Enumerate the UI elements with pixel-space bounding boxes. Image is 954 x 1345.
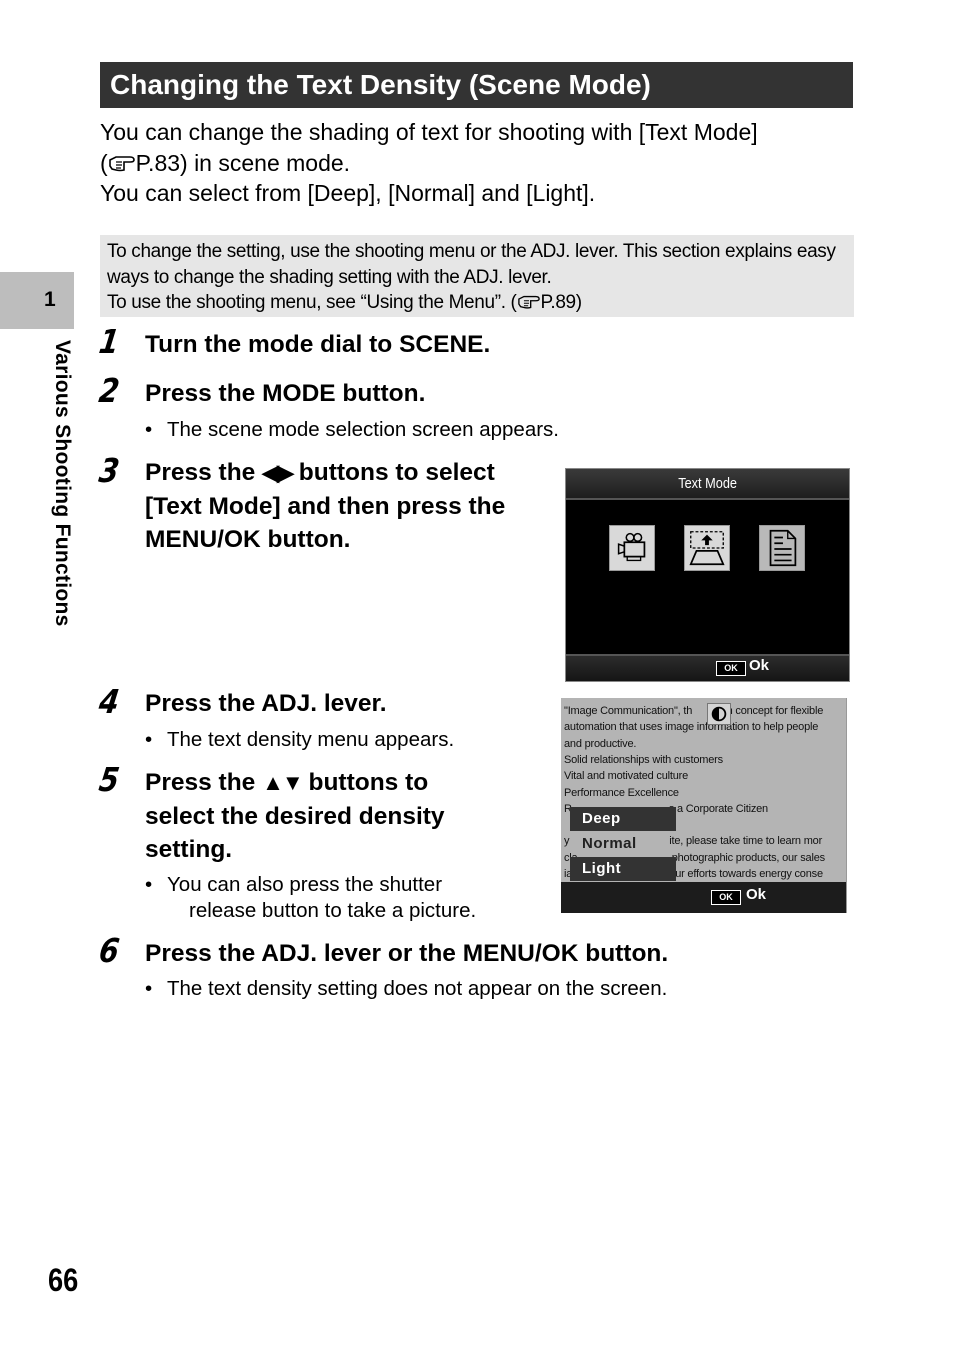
text-document-icon[interactable] [759, 525, 805, 571]
movie-camera-icon[interactable] [609, 525, 655, 571]
intro-line-2: ( P.83) in scene mode. [100, 148, 860, 179]
pointing-hand-icon [108, 155, 135, 171]
intro-line-3: You can select from [Deep], [Normal] and… [100, 180, 596, 206]
bullet-text: The text density setting does not appear… [167, 977, 668, 1000]
step-bullet: • The scene mode selection screen appears… [145, 417, 559, 443]
step-title-line: setting. [145, 836, 233, 863]
step-title: Press the ADJ. lever or the MENU/OK butt… [145, 940, 669, 967]
bullet-dot: • [145, 977, 153, 1000]
preview-text-line: Vital and motivated culture [564, 770, 689, 783]
preview-text-line: and productive. [564, 737, 637, 750]
intro-paren: ( [100, 149, 108, 176]
bullet-text: The scene mode selection screen appears. [167, 418, 560, 441]
step-title-line: Press the ▲▼ buttons to [145, 766, 545, 800]
chapter-number: 1 [44, 288, 56, 311]
camera-screen-text-mode: Text Mode OK Ok [565, 468, 850, 682]
density-option-light[interactable]: Light [570, 857, 676, 881]
note-text: To use the shooting menu, see “Using the… [107, 292, 517, 313]
screen-title: Text Mode [566, 469, 849, 500]
preview-text-line: automation that uses image information t… [564, 721, 819, 734]
left-right-arrows-icon: ◀▶ [262, 460, 294, 485]
step-number: 5 [96, 760, 122, 799]
skew-correction-icon[interactable] [684, 525, 730, 571]
step-number: 4 [96, 682, 122, 721]
bullet-text: The text density menu appears. [167, 728, 455, 751]
bullet-line: release button to take a picture. [189, 899, 477, 922]
density-option-normal[interactable]: Normal [570, 832, 676, 856]
intro-line-1: You can change the shading of text for s… [100, 119, 758, 145]
pointing-hand-icon [517, 295, 540, 309]
section-title: Changing the Text Density (Scene Mode) [100, 62, 853, 108]
step-bullet: • The text density setting does not appea… [145, 976, 667, 1002]
note-line-2: ways to change the shading setting with … [107, 266, 552, 288]
note-page-ref[interactable]: P.89) [541, 292, 583, 313]
screen-footer: OK Ok [566, 654, 849, 681]
bullet-dot: • [145, 873, 153, 896]
step-number: 2 [96, 371, 122, 410]
step-title: Press the ◀▶ buttons to select [Text Mod… [145, 456, 555, 557]
step-title: Turn the mode dial to SCENE. [145, 331, 491, 358]
ok-label: Ok [746, 886, 767, 903]
chapter-title: Various Shooting Functions [51, 340, 74, 627]
note-line-1: To change the setting, use the shooting … [107, 241, 836, 262]
step-number: 6 [96, 931, 122, 970]
title-text: Press the [145, 769, 263, 796]
bullet-line: • You can also press the shutter [145, 872, 476, 898]
title-text: buttons to [301, 769, 429, 796]
camera-screen-density-menu: "Image Communication", th oh concept for… [561, 698, 847, 913]
intro-page-ref[interactable]: P.83) in scene mode. [136, 150, 350, 176]
page-number: 66 [48, 1262, 79, 1298]
note-line-3: To use the shooting menu, see “Using the… [107, 290, 847, 316]
ok-button-icon: OK [716, 661, 746, 676]
step-bullet: • You can also press the shutter release … [145, 872, 476, 924]
step-number: 3 [96, 451, 122, 490]
preview-text-line: Performance Excellence [564, 786, 679, 799]
title-text: Press the [145, 459, 256, 486]
step-title: Press the ADJ. lever. [145, 690, 387, 717]
title-text: buttons to select [291, 459, 495, 486]
screen-title-text: Text Mode [678, 475, 737, 492]
bullet-dot: • [145, 418, 153, 441]
note-box: To change the setting, use the shooting … [100, 235, 854, 317]
up-down-arrows-icon: ▲▼ [262, 770, 304, 795]
density-contrast-icon [707, 703, 731, 725]
ok-button-icon: OK [711, 890, 741, 905]
step-title-line: MENU/OK button. [145, 526, 351, 553]
step-number: 1 [96, 322, 122, 361]
step-title-line: Press the ◀▶ buttons to select [145, 456, 555, 490]
preview-text-line: Solid relationships with customers [564, 753, 723, 766]
preview-text-line: "Image Communication", th oh concept for… [564, 705, 824, 717]
screen-footer: OK Ok [561, 882, 846, 913]
intro-paragraph: You can change the shading of text for s… [100, 117, 860, 209]
step-title-line: [Text Mode] and then press the [145, 492, 506, 520]
bullet-text: You can also press the shutter [167, 873, 443, 896]
step-title: Press the MODE button. [145, 380, 426, 407]
bullet-dot: • [145, 728, 153, 751]
chapter-tab [0, 272, 74, 329]
step-title: Press the ▲▼ buttons to select the desir… [145, 766, 545, 867]
ok-label: Ok [749, 657, 770, 674]
density-option-deep[interactable]: Deep [570, 807, 676, 831]
step-bullet: • The text density menu appears. [145, 727, 454, 753]
step-title-line: select the desired density [145, 802, 445, 830]
